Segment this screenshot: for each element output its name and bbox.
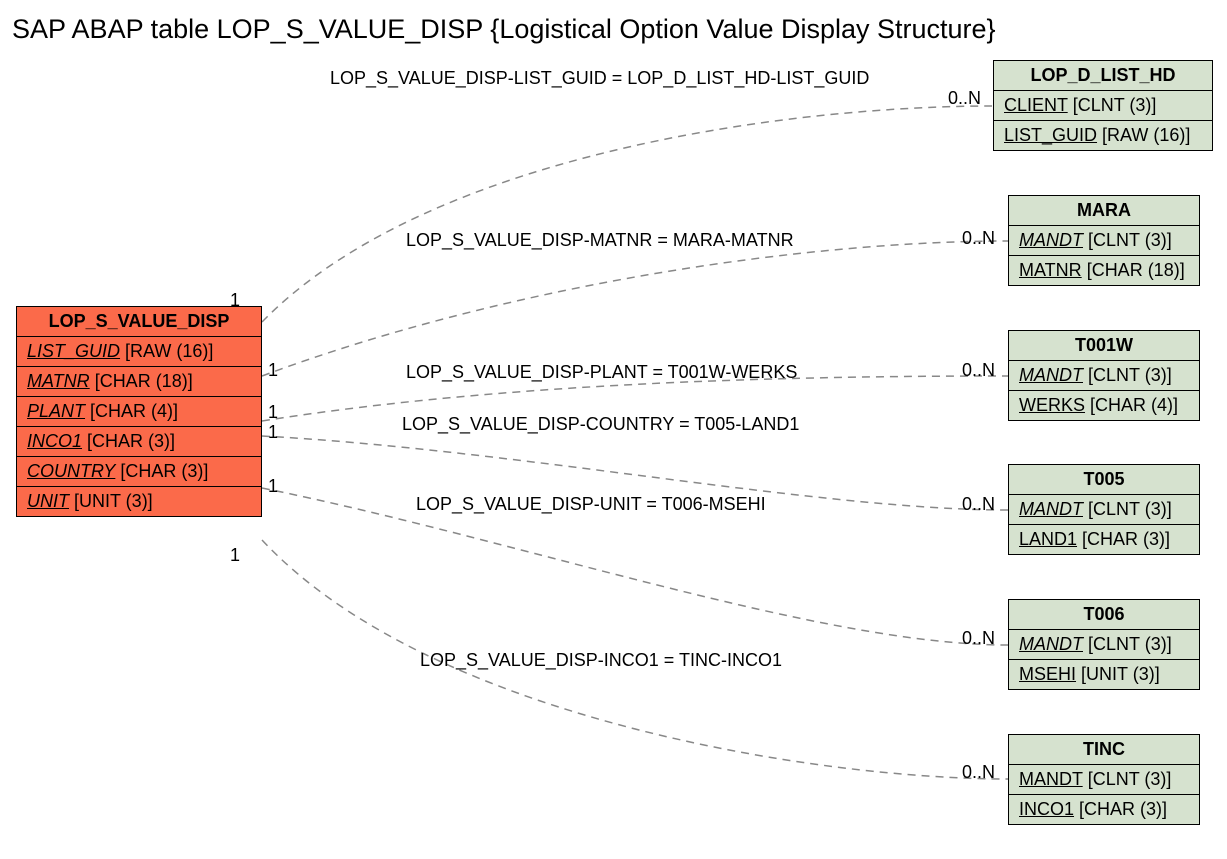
entity-field: MANDT [CLNT (3)] xyxy=(1009,361,1199,391)
entity-field: MANDT [CLNT (3)] xyxy=(1009,630,1199,660)
cardinality-left: 1 xyxy=(230,545,240,566)
relation-label: LOP_S_VALUE_DISP-UNIT = T006-MSEHI xyxy=(416,494,766,515)
relation-label: LOP_S_VALUE_DISP-COUNTRY = T005-LAND1 xyxy=(402,414,799,435)
entity-header: T001W xyxy=(1009,331,1199,361)
entity-field: WERKS [CHAR (4)] xyxy=(1009,391,1199,420)
entity-main: LOP_S_VALUE_DISP LIST_GUID [RAW (16)] MA… xyxy=(16,306,262,517)
entity-main-field: COUNTRY [CHAR (3)] xyxy=(17,457,261,487)
entity-main-header: LOP_S_VALUE_DISP xyxy=(17,307,261,337)
entity-lop-d-list-hd: LOP_D_LIST_HD CLIENT [CLNT (3)] LIST_GUI… xyxy=(993,60,1213,151)
cardinality-right: 0..N xyxy=(948,88,981,109)
relation-label: LOP_S_VALUE_DISP-PLANT = T001W-WERKS xyxy=(406,362,797,383)
entity-field: MSEHI [UNIT (3)] xyxy=(1009,660,1199,689)
relation-label: LOP_S_VALUE_DISP-MATNR = MARA-MATNR xyxy=(406,230,794,251)
entity-t001w: T001W MANDT [CLNT (3)] WERKS [CHAR (4)] xyxy=(1008,330,1200,421)
entity-header: T005 xyxy=(1009,465,1199,495)
cardinality-right: 0..N xyxy=(962,762,995,783)
entity-t005: T005 MANDT [CLNT (3)] LAND1 [CHAR (3)] xyxy=(1008,464,1200,555)
entity-main-field: LIST_GUID [RAW (16)] xyxy=(17,337,261,367)
entity-field: MANDT [CLNT (3)] xyxy=(1009,226,1199,256)
cardinality-right: 0..N xyxy=(962,228,995,249)
cardinality-left: 1 xyxy=(268,476,278,497)
entity-mara: MARA MANDT [CLNT (3)] MATNR [CHAR (18)] xyxy=(1008,195,1200,286)
entity-field: MANDT [CLNT (3)] xyxy=(1009,495,1199,525)
entity-header: LOP_D_LIST_HD xyxy=(994,61,1212,91)
entity-field: INCO1 [CHAR (3)] xyxy=(1009,795,1199,824)
entity-field: CLIENT [CLNT (3)] xyxy=(994,91,1212,121)
entity-main-field: INCO1 [CHAR (3)] xyxy=(17,427,261,457)
entity-main-field: PLANT [CHAR (4)] xyxy=(17,397,261,427)
cardinality-left: 1 xyxy=(268,422,278,443)
entity-main-field: MATNR [CHAR (18)] xyxy=(17,367,261,397)
entity-main-field: UNIT [UNIT (3)] xyxy=(17,487,261,516)
page-title: SAP ABAP table LOP_S_VALUE_DISP {Logisti… xyxy=(12,14,996,45)
cardinality-left: 1 xyxy=(268,360,278,381)
entity-header: MARA xyxy=(1009,196,1199,226)
entity-tinc: TINC MANDT [CLNT (3)] INCO1 [CHAR (3)] xyxy=(1008,734,1200,825)
entity-field: LAND1 [CHAR (3)] xyxy=(1009,525,1199,554)
cardinality-right: 0..N xyxy=(962,628,995,649)
entity-header: TINC xyxy=(1009,735,1199,765)
cardinality-right: 0..N xyxy=(962,494,995,515)
entity-field: MANDT [CLNT (3)] xyxy=(1009,765,1199,795)
relation-label: LOP_S_VALUE_DISP-LIST_GUID = LOP_D_LIST_… xyxy=(330,68,869,89)
entity-field: LIST_GUID [RAW (16)] xyxy=(994,121,1212,150)
cardinality-left: 1 xyxy=(268,402,278,423)
entity-t006: T006 MANDT [CLNT (3)] MSEHI [UNIT (3)] xyxy=(1008,599,1200,690)
entity-field: MATNR [CHAR (18)] xyxy=(1009,256,1199,285)
cardinality-left: 1 xyxy=(230,290,240,311)
cardinality-right: 0..N xyxy=(962,360,995,381)
entity-header: T006 xyxy=(1009,600,1199,630)
relation-label: LOP_S_VALUE_DISP-INCO1 = TINC-INCO1 xyxy=(420,650,782,671)
